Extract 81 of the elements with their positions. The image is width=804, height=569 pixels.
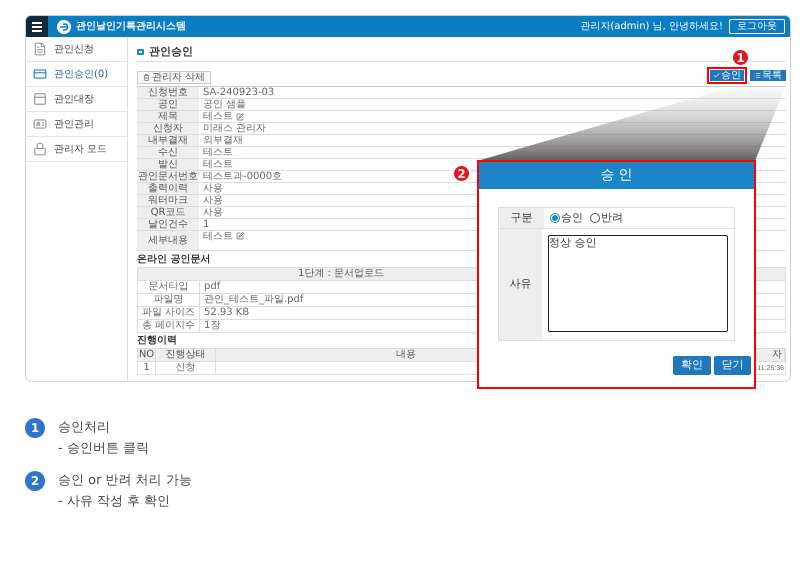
lock-icon xyxy=(33,142,47,156)
table-cell: 1 xyxy=(138,362,156,374)
field-value: 테스트 xyxy=(203,112,233,122)
field-label: 수신 xyxy=(137,147,199,158)
panel-icon xyxy=(33,92,47,106)
logo-icon xyxy=(57,20,71,34)
list-button[interactable]: 목록 xyxy=(750,70,786,81)
field-value: 외부결재 xyxy=(203,136,243,146)
step-description: - 사유 작성 후 확인 xyxy=(58,494,172,510)
dialog-title: 승 인 xyxy=(479,162,754,189)
field-label: QR코드 xyxy=(137,207,199,218)
edit-icon[interactable] xyxy=(236,232,244,240)
field-label: 관인문서번호 xyxy=(137,171,199,182)
field-label: 제목 xyxy=(137,111,199,122)
field-value: 1장 xyxy=(203,320,220,332)
sidebar-item[interactable]: 관인대장 xyxy=(26,87,127,112)
list-icon xyxy=(754,72,761,79)
field-label: 신청번호 xyxy=(137,87,199,98)
field-value: 미래스 관리자 xyxy=(203,124,266,134)
trash-icon xyxy=(143,74,150,81)
column-header: NO xyxy=(138,349,156,361)
column-header: 진행상태 xyxy=(156,349,216,361)
field-value: 공인 샘플 xyxy=(203,100,246,110)
document-icon xyxy=(33,42,47,56)
page-title: 관인승인 xyxy=(149,44,193,60)
step-description: - 승인버튼 클릭 xyxy=(58,441,149,457)
field-label: 문서타입 xyxy=(138,281,200,293)
table-cell: 신청 xyxy=(156,362,216,374)
step-number: 1 xyxy=(25,418,45,438)
step-title: 승인 or 반려 처리 가능 xyxy=(58,472,192,490)
id-card-icon xyxy=(33,117,47,131)
field-label: 구분 xyxy=(499,208,544,228)
sidebar-item[interactable]: 관인관리 xyxy=(26,112,127,137)
field-label: 총 페이지수 xyxy=(138,320,200,332)
field-value: 사용 xyxy=(203,208,223,218)
section-title: 진행이력 xyxy=(137,335,178,347)
field-value: SA-240923-03 xyxy=(203,88,274,98)
field-value: 사용 xyxy=(203,196,223,206)
field-label: 파일 사이즈 xyxy=(138,307,200,319)
callout-badge: 2 xyxy=(452,164,471,183)
menu-button[interactable] xyxy=(26,16,48,37)
sidebar-item[interactable]: 관인신청 xyxy=(26,37,127,62)
callout-badge: 1 xyxy=(731,48,750,67)
step-title: 승인처리 xyxy=(58,419,111,437)
approve-button[interactable]: 승인 xyxy=(710,70,744,81)
field-label: 발신 xyxy=(137,159,199,170)
field-label: 내부결재 xyxy=(137,135,199,146)
sidebar-item[interactable]: 관인승인(0) xyxy=(26,62,127,87)
radio-option[interactable]: 반려 xyxy=(590,210,623,226)
field-label: 신청자 xyxy=(137,123,199,134)
field-value: 관인_테스트_파일.pdf xyxy=(203,294,304,306)
field-value: 1 xyxy=(203,220,210,230)
field-value: 테스트과-0000호 xyxy=(203,172,282,182)
field-value: 테스트 xyxy=(203,160,233,170)
close-button[interactable]: 닫기 xyxy=(714,356,751,375)
check-icon xyxy=(713,72,720,79)
title-icon xyxy=(137,49,144,55)
radio-option[interactable]: 승인 xyxy=(550,210,583,226)
reason-field[interactable]: 정상 승인 xyxy=(548,235,728,332)
sidebar-item[interactable]: 관리자 모드 xyxy=(26,137,127,162)
field-label: 사유 xyxy=(499,229,542,340)
field-label: 날인건수 xyxy=(137,219,199,230)
field-label: 워터마크 xyxy=(137,195,199,206)
app-title: 관인날인기록관리시스템 xyxy=(76,20,186,34)
greeting-text: 관리자(admin) 님, 안녕하세요! xyxy=(580,20,723,34)
field-value: 테스트 xyxy=(203,232,233,242)
delete-button[interactable]: 관리자 삭제 xyxy=(137,71,212,84)
field-label: 출력이력 xyxy=(137,183,199,194)
edit-icon[interactable] xyxy=(236,112,244,120)
field-value: pdf xyxy=(203,281,220,293)
field-label: 세부내용 xyxy=(137,231,199,250)
section-title: 온라인 공인문서 xyxy=(137,254,212,266)
card-icon xyxy=(33,67,47,81)
field-value: 테스트 xyxy=(203,148,233,158)
step-number: 2 xyxy=(25,471,45,491)
field-label: 파일명 xyxy=(138,294,200,306)
confirm-button[interactable]: 확인 xyxy=(673,356,711,375)
field-value: 52.93 KB xyxy=(203,307,250,319)
field-value: 사용 xyxy=(203,184,223,194)
logout-button[interactable]: 로그아웃 xyxy=(729,19,785,34)
field-label: 공인 xyxy=(137,99,199,110)
